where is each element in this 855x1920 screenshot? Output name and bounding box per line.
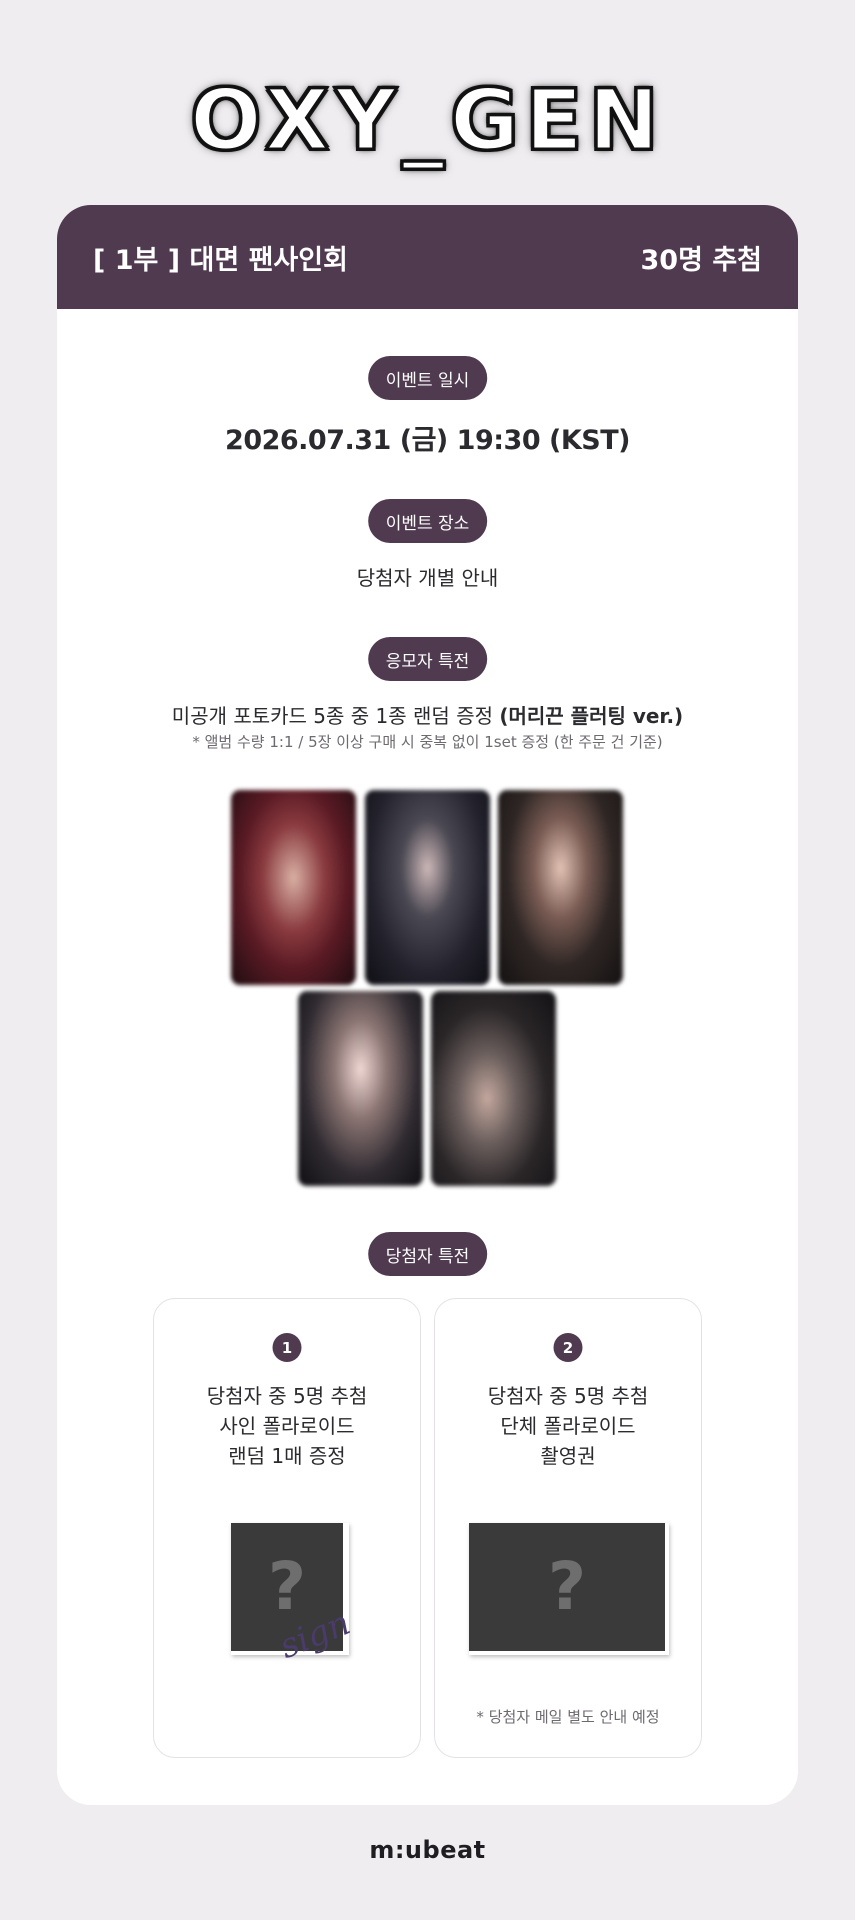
entrant-benefit-plain: 미공개 포토카드 5종 중 1종 랜덤 증정 bbox=[171, 704, 500, 728]
event-place-value: 당첨자 개별 안내 bbox=[356, 566, 499, 590]
event-date-value: 2026.07.31 (금) 19:30 (KST) bbox=[225, 425, 630, 456]
prize-number-badge: 2 bbox=[553, 1333, 583, 1362]
entrant-benefit-text: 미공개 포토카드 5종 중 1종 랜덤 증정 (머리끈 플러팅 ver.) bbox=[57, 700, 798, 729]
winner-count: 30명 추첨 bbox=[640, 244, 763, 276]
prize-card-1: 1 당첨자 중 5명 추첨 사인 폴라로이드 랜덤 1매 증정 ? sign bbox=[153, 1298, 421, 1758]
question-mark-icon: ? bbox=[547, 1548, 587, 1625]
photocard-3 bbox=[498, 790, 623, 985]
prize-description: 당첨자 중 5명 추첨 단체 폴라로이드 촬영권 bbox=[435, 1381, 701, 1471]
polaroid-group-image: ? bbox=[469, 1523, 669, 1655]
prize-line: 랜덤 1매 증정 bbox=[228, 1444, 346, 1468]
polaroid-photo-placeholder: ? bbox=[469, 1523, 665, 1651]
event-logo: OXY_GEN bbox=[0, 70, 855, 171]
question-mark-icon: ? bbox=[267, 1548, 307, 1625]
prize-line: 당첨자 중 5명 추첨 bbox=[487, 1384, 649, 1408]
prize-description: 당첨자 중 5명 추첨 사인 폴라로이드 랜덤 1매 증정 bbox=[154, 1381, 420, 1471]
entrant-benefit-bold: (머리끈 플러팅 ver.) bbox=[499, 704, 684, 728]
event-place-label: 이벤트 장소 bbox=[367, 499, 488, 543]
prize-line: 사인 폴라로이드 bbox=[219, 1414, 355, 1438]
winner-benefit-label: 당첨자 특전 bbox=[367, 1232, 488, 1276]
entrant-benefit-note: * 앨범 수량 1:1 / 5장 이상 구매 시 중복 없이 1set 증정 (… bbox=[192, 733, 663, 751]
session-title: [ 1부 ] 대면 팬사인회 bbox=[93, 244, 348, 276]
prize-number-badge: 1 bbox=[272, 1333, 302, 1362]
card-header: [ 1부 ] 대면 팬사인회 30명 추첨 bbox=[57, 205, 798, 309]
event-card: [ 1부 ] 대면 팬사인회 30명 추첨 이벤트 일시 2026.07.31 … bbox=[57, 205, 798, 1805]
mubeat-logo: m:ubeat bbox=[369, 1836, 486, 1864]
prize-line: 촬영권 bbox=[540, 1444, 596, 1468]
entrant-benefit-label: 응모자 특전 bbox=[367, 637, 488, 681]
photocard-5 bbox=[431, 991, 556, 1186]
winner-mail-note: * 당첨자 메일 별도 안내 예정 bbox=[476, 1708, 660, 1726]
prize-card-2: 2 당첨자 중 5명 추첨 단체 폴라로이드 촬영권 ? * 당첨자 메일 별도… bbox=[434, 1298, 702, 1758]
logo-text: OXY_GEN bbox=[189, 70, 665, 171]
photocard-1 bbox=[231, 790, 356, 985]
polaroid-sign-image: ? sign bbox=[231, 1523, 356, 1667]
photocard-4 bbox=[298, 991, 423, 1186]
prize-line: 당첨자 중 5명 추첨 bbox=[206, 1384, 368, 1408]
event-date-label: 이벤트 일시 bbox=[367, 356, 488, 400]
photocard-2 bbox=[365, 790, 490, 985]
prize-line: 단체 폴라로이드 bbox=[500, 1414, 636, 1438]
